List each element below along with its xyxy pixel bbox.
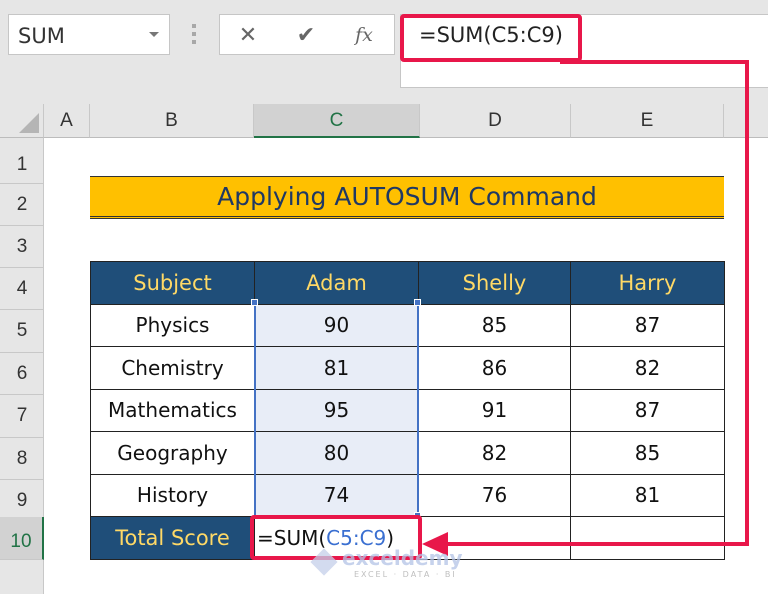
cell-harry[interactable]: 87 xyxy=(570,303,725,347)
cell-adam[interactable]: 95 xyxy=(254,388,419,432)
callout-arrow-segment xyxy=(440,542,749,546)
cell-shelly[interactable]: 86 xyxy=(418,346,571,390)
name-box[interactable]: SUM xyxy=(8,14,170,55)
cell-subject[interactable]: Geography xyxy=(90,431,255,475)
insert-function-icon[interactable]: fx xyxy=(348,21,380,49)
row-header-2[interactable]: 2 xyxy=(0,184,44,226)
cell-adam[interactable]: 74 xyxy=(254,473,419,517)
column-header-b[interactable]: B xyxy=(90,104,254,138)
formula-buttons: ✕ ✔ fx xyxy=(219,14,395,55)
header-shelly[interactable]: Shelly xyxy=(418,261,571,305)
cancel-icon[interactable]: ✕ xyxy=(232,21,264,49)
sheet-title[interactable]: Applying AUTOSUM Command xyxy=(90,176,724,219)
cell-shelly[interactable]: 76 xyxy=(418,473,571,517)
total-score-label[interactable]: Total Score xyxy=(90,516,255,560)
score-table: Subject Adam Shelly Harry Physics 90 85 … xyxy=(90,261,725,560)
selection-handle-bottom-right[interactable] xyxy=(414,512,421,519)
grip-icon[interactable] xyxy=(192,24,197,46)
cell-subject[interactable]: Mathematics xyxy=(90,388,255,432)
formula-prefix: =SUM( xyxy=(257,525,327,550)
table-row: Chemistry 81 86 82 xyxy=(90,346,725,390)
header-adam[interactable]: Adam xyxy=(254,261,419,305)
cell-harry[interactable]: 81 xyxy=(570,473,725,517)
name-box-value: SUM xyxy=(18,24,65,48)
cell-harry[interactable]: 82 xyxy=(570,346,725,390)
table-row: History 74 76 81 xyxy=(90,473,725,517)
formula-highlight-box xyxy=(400,14,582,62)
cell-adam[interactable]: 81 xyxy=(254,346,419,390)
row-header-7[interactable]: 7 xyxy=(0,395,44,438)
callout-arrow-segment xyxy=(745,60,749,546)
total-harry-cell[interactable] xyxy=(570,516,725,560)
column-header-c[interactable]: C xyxy=(254,104,420,138)
cell-adam[interactable]: 90 xyxy=(254,303,419,347)
column-header-e[interactable]: E xyxy=(571,104,724,138)
table-row: Mathematics 95 91 87 xyxy=(90,388,725,432)
column-header-a[interactable]: A xyxy=(44,104,90,138)
cell-subject[interactable]: History xyxy=(90,473,255,517)
cell-adam[interactable]: 80 xyxy=(254,431,419,475)
cell-subject[interactable]: Physics xyxy=(90,303,255,347)
cell-harry[interactable]: 87 xyxy=(570,388,725,432)
selection-handle-top-left[interactable] xyxy=(251,299,258,306)
row-header-1[interactable]: 1 xyxy=(0,142,44,184)
callout-arrow-segment xyxy=(560,60,749,64)
cell-shelly[interactable]: 91 xyxy=(418,388,571,432)
row-header-5[interactable]: 5 xyxy=(0,310,44,353)
cell-harry[interactable]: 85 xyxy=(570,431,725,475)
header-subject[interactable]: Subject xyxy=(90,261,255,305)
cell-shelly[interactable]: 82 xyxy=(418,431,571,475)
cell-shelly[interactable]: 85 xyxy=(418,303,571,347)
formula-bar-area: SUM ✕ ✔ fx =SUM(C5:C9) xyxy=(0,0,768,104)
check-icon[interactable]: ✔ xyxy=(290,21,322,49)
row-header-10[interactable]: 10 xyxy=(0,517,44,560)
header-harry[interactable]: Harry xyxy=(570,261,725,305)
selection-handle-top-right[interactable] xyxy=(414,299,421,306)
select-all-button[interactable] xyxy=(0,104,44,138)
row-header-6[interactable]: 6 xyxy=(0,353,44,395)
column-header-d[interactable]: D xyxy=(420,104,571,138)
watermark-tagline: EXCEL · DATA · BI xyxy=(354,570,457,579)
table-row: Physics 90 85 87 xyxy=(90,303,725,347)
cell-subject[interactable]: Chemistry xyxy=(90,346,255,390)
watermark-name: exceldemy xyxy=(342,546,463,570)
table-header-row: Subject Adam Shelly Harry xyxy=(90,261,725,305)
row-header-4[interactable]: 4 xyxy=(0,268,44,310)
chevron-down-icon[interactable] xyxy=(149,32,159,37)
row-header-3[interactable]: 3 xyxy=(0,226,44,268)
row-header-8[interactable]: 8 xyxy=(0,438,44,480)
table-row: Geography 80 82 85 xyxy=(90,431,725,475)
